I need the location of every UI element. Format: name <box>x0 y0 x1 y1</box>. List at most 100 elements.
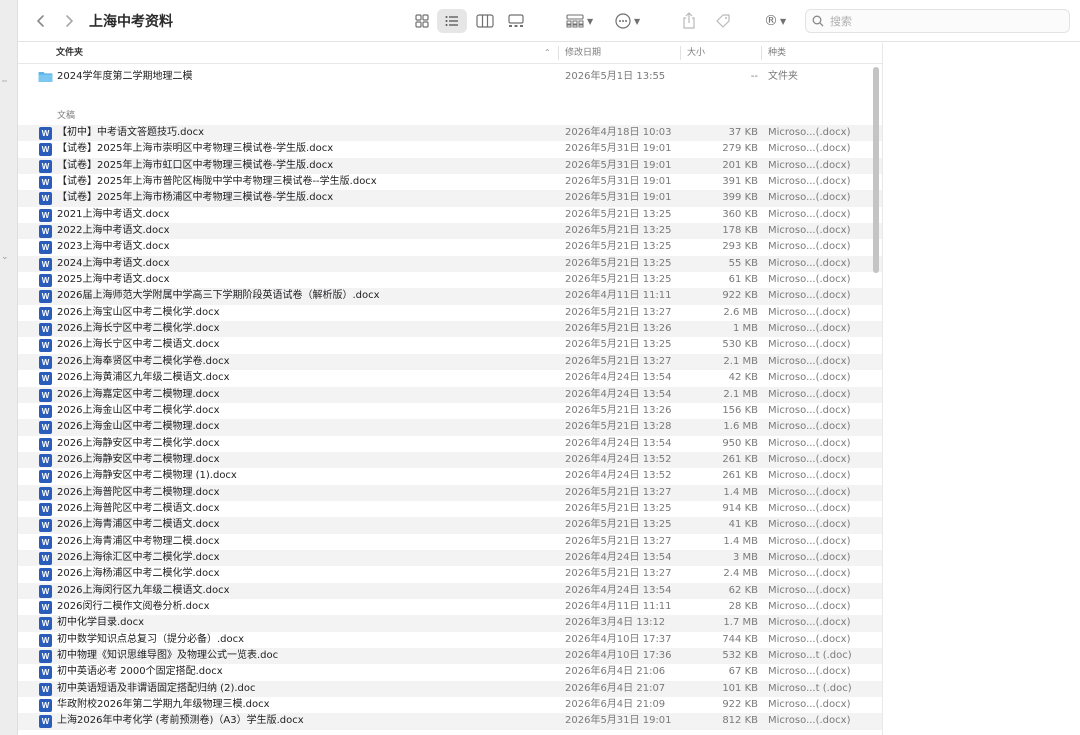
file-size: 67 KB <box>728 666 758 678</box>
group-button[interactable]: ▼ <box>566 9 600 33</box>
file-date: 2026年4月24日 13:52 <box>565 453 672 465</box>
file-row[interactable]: W 【试卷】2025年上海市杨浦区中考物理三模试卷-学生版.docx 2026年5月… <box>18 190 882 207</box>
word-document-icon: W <box>39 470 52 484</box>
file-row[interactable]: W 2026上海静安区中考二模物理 (1).docx 2026年4月24日 13:5… <box>18 468 882 484</box>
kind-column-header[interactable]: 种类 <box>768 43 786 63</box>
file-row[interactable]: W 2022上海中考语文.docx 2026年5月21日 13:25 178 KB Mi… <box>18 223 882 240</box>
file-row[interactable]: W 2026上海长宁区中考二模语文.docx 2026年5月21日 13:25 530… <box>18 337 882 353</box>
file-row[interactable]: W 初中化学目录.docx 2026年3月4日 13:12 1.7 MB Microso… <box>18 615 882 632</box>
file-name: 【试卷】2025年上海市杨浦区中考物理三模试卷-学生版.docx <box>57 192 334 204</box>
file-row[interactable]: W 上海2026年中考化学 (考前预测卷)（A3）学生版.docx 2026年5月3… <box>18 713 882 730</box>
file-rows: W 【初中】中考语文答题技巧.docx 2026年4月18日 10:03 37 KB M… <box>18 125 882 730</box>
file-row[interactable]: W 2026上海青浦区中考物理二模.docx 2026年5月21日 13:27 1.4… <box>18 534 882 550</box>
file-row[interactable]: W 【试卷】2025年上海市普陀区梅陇中学中考物理三模试卷--学生版.docx 20… <box>18 174 882 190</box>
file-row[interactable]: W 2026上海静安区中考二模化学.docx 2026年4月24日 13:54 950… <box>18 436 882 452</box>
column-divider[interactable] <box>558 46 559 60</box>
column-view-button[interactable] <box>470 9 500 33</box>
file-kind: Microso...(.docx) <box>768 666 851 678</box>
file-row[interactable]: W 2026上海闵行区九年级二模语文.docx 2026年4月24日 13:54 62… <box>18 582 882 599</box>
column-header: 文件夹 ⌃ 修改日期 大小 种类 <box>18 43 882 64</box>
file-name: 2026闵行二模作文阅卷分析.docx <box>57 600 210 612</box>
file-row[interactable]: W 2026上海青浦区中考二模语文.docx 2026年5月21日 13:25 41 … <box>18 517 882 534</box>
tag-button[interactable] <box>715 9 737 33</box>
file-row[interactable]: W 2026上海静安区中考二模物理.docx 2026年4月24日 13:52 261… <box>18 451 882 469</box>
file-row[interactable]: W 2025上海中考语文.docx 2026年5月21日 13:25 61 KB Mic… <box>18 272 882 288</box>
file-row[interactable]: W 2026上海黄浦区九年级二模语文.docx 2026年4月24日 13:54 42… <box>18 370 882 386</box>
file-kind: Microso...(.docx) <box>768 486 851 498</box>
share-button[interactable] <box>682 9 704 33</box>
file-size: 37 KB <box>728 127 758 138</box>
word-document-icon: W <box>39 306 52 320</box>
column-divider[interactable] <box>680 46 681 60</box>
file-size: 101 KB <box>722 682 758 694</box>
file-row[interactable]: W 初中物理《知识思维导图》及物理公式一览表.doc 2026年4月10日 17:3… <box>18 648 882 665</box>
scrollbar[interactable] <box>870 64 882 735</box>
file-row[interactable]: W 2026上海普陀区中考二模语文.docx 2026年5月21日 13:25 914… <box>18 501 882 517</box>
word-document-icon: W <box>39 650 52 663</box>
word-document-icon: W <box>39 339 52 353</box>
name-column-header[interactable]: 文件夹 <box>56 43 83 63</box>
size-column-header[interactable]: 大小 <box>687 43 705 63</box>
file-size: 279 KB <box>722 143 758 155</box>
file-row[interactable]: W 2026闵行二模作文阅卷分析.docx 2026年4月11日 11:11 28 K… <box>18 599 882 615</box>
file-row[interactable]: W 2024上海中考语文.docx 2026年5月21日 13:25 55 KB Mic… <box>18 255 882 273</box>
file-row[interactable]: W 2026上海杨浦区中考二模化学.docx 2026年5月21日 13:27 2.4… <box>18 566 882 582</box>
scroll-thumb[interactable] <box>873 67 879 273</box>
word-document-icon: W <box>39 437 52 451</box>
word-document-icon: W <box>39 208 52 222</box>
file-row[interactable]: W 2026上海宝山区中考二模化学.docx 2026年5月21日 13:27 2.6… <box>18 305 882 321</box>
date-column-header[interactable]: 修改日期 <box>565 43 601 63</box>
file-row[interactable]: W 2026上海普陀区中考二模物理.docx 2026年5月21日 13:27 1.4… <box>18 484 882 501</box>
search-input[interactable] <box>830 14 1030 28</box>
file-row[interactable]: W 2026上海金山区中考二模物理.docx 2026年5月21日 13:28 1.6… <box>18 419 882 436</box>
file-row[interactable]: W 2021上海中考语文.docx 2026年5月21日 13:25 360 KB Mi… <box>18 207 882 223</box>
file-row[interactable]: W 2023上海中考语文.docx 2026年5月21日 13:25 293 KB Mi… <box>18 239 882 255</box>
action-button[interactable]: ▼ <box>615 9 647 33</box>
file-row[interactable]: W 【初中】中考语文答题技巧.docx 2026年4月18日 10:03 37 KB M… <box>18 125 882 142</box>
file-name: 2026上海金山区中考二模物理.docx <box>57 421 220 433</box>
file-size: 360 KB <box>722 208 758 220</box>
file-row[interactable]: W 【试卷】2025年上海市崇明区中考物理三模试卷-学生版.docx 2026年5月… <box>18 141 882 157</box>
file-date: 2026年4月24日 13:54 <box>565 388 672 400</box>
share-icon <box>683 12 695 29</box>
file-kind: Microso...(.docx) <box>768 355 851 367</box>
file-row[interactable]: W 2026上海长宁区中考二模化学.docx 2026年5月21日 13:26 1 M… <box>18 321 882 338</box>
file-name: 2026上海普陀区中考二模语文.docx <box>57 502 220 514</box>
word-document-icon: W <box>39 666 52 680</box>
file-row[interactable]: W 2026上海嘉定区中考二模物理.docx 2026年4月24日 13:54 2.1… <box>18 386 882 403</box>
file-date: 2026年5月21日 13:25 <box>565 519 672 531</box>
file-size: 261 KB <box>722 470 758 482</box>
file-row[interactable]: W 【试卷】2025年上海市虹口区中考物理三模试卷-学生版.docx 2026年5月… <box>18 157 882 175</box>
column-divider[interactable] <box>761 46 762 60</box>
list-view-button[interactable] <box>437 9 467 33</box>
file-row[interactable]: W 华政附校2026年第二学期九年级物理三模.docx 2026年6月4日 21:0… <box>18 697 882 713</box>
file-row[interactable]: W 2026届上海师范大学附属中学高三下学期阶段英语试卷（解析版）.docx 202… <box>18 288 882 305</box>
file-row[interactable]: W 2026上海金山区中考二模化学.docx 2026年5月21日 13:26 156… <box>18 403 882 419</box>
file-row[interactable]: W 2026上海徐汇区中考二模化学.docx 2026年4月24日 13:54 3 M… <box>18 549 882 567</box>
file-size: 156 KB <box>722 404 758 416</box>
file-name: 2026上海长宁区中考二模语文.docx <box>57 339 220 351</box>
file-date: 2026年5月1日 13:55 <box>565 71 666 82</box>
file-row[interactable]: W 初中数学知识点总复习（提分必备）.docx 2026年4月10日 17:37 74… <box>18 632 882 648</box>
icon-view-button[interactable] <box>407 9 437 33</box>
forward-button[interactable] <box>58 10 80 32</box>
sort-ascending-icon: ⌃ <box>544 48 551 57</box>
file-date: 2026年4月24日 13:52 <box>565 470 672 482</box>
chevron-down-icon: ▼ <box>634 16 641 26</box>
folder-row[interactable]: 2024学年度第二学期地理二模 2026年5月1日 13:55 -- 文件夹 <box>18 68 882 85</box>
word-document-icon: W <box>39 682 52 696</box>
chevron-down-icon: ▼ <box>780 16 787 26</box>
file-size: 178 KB <box>722 225 758 237</box>
file-row[interactable]: W 初中英语短语及非谓语固定搭配归纳 (2).doc 2026年6月4日 21:07… <box>18 680 882 698</box>
search-field[interactable] <box>805 9 1070 33</box>
file-row[interactable]: W 2026上海奉贤区中考二模化学卷.docx 2026年5月21日 13:27 2.… <box>18 353 882 371</box>
file-kind: Microso...(.docx) <box>768 208 851 220</box>
extension-button[interactable]: ® ▼ <box>764 9 796 33</box>
search-icon <box>812 15 824 27</box>
file-row[interactable]: W 初中英语必考 2000个固定搭配.docx 2026年6月4日 21:06 67 … <box>18 664 882 680</box>
file-date: 2026年4月11日 11:11 <box>565 290 672 302</box>
gallery-view-button[interactable] <box>501 9 531 33</box>
word-document-icon: W <box>39 584 52 598</box>
back-button[interactable] <box>30 10 52 32</box>
sidebar-chevron-icon[interactable]: ⌄ <box>1 252 9 262</box>
